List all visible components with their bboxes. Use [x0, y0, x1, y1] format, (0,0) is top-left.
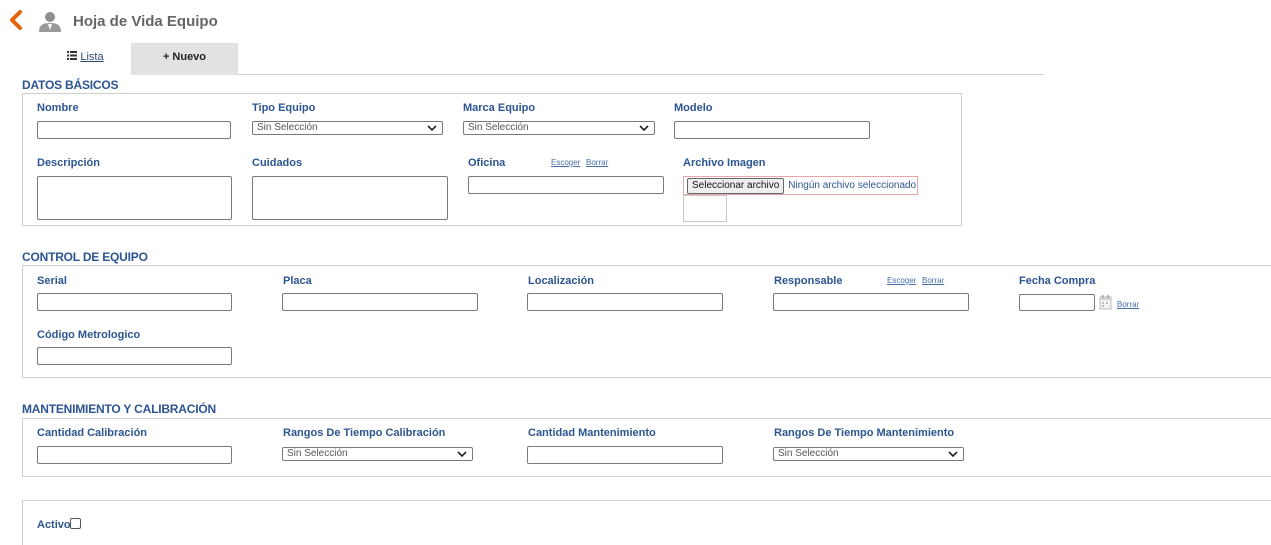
tab-lista[interactable]: Lista — [40, 43, 131, 75]
modelo-input[interactable] — [674, 121, 870, 139]
oficina-escoger-link[interactable]: Escoger — [551, 158, 580, 167]
activo-label: Activo — [37, 519, 71, 531]
archivo-imagen-file-input[interactable]: Seleccionar archivo Ningún archivo selec… — [683, 176, 918, 195]
activo-checkbox[interactable] — [70, 518, 81, 529]
image-preview — [683, 195, 727, 222]
descripcion-label: Descripción — [37, 157, 100, 169]
page-title: Hoja de Vida Equipo — [73, 13, 218, 30]
tipo-equipo-label: Tipo Equipo — [252, 102, 316, 114]
rangos-mantenimiento-value: Sin Selección — [778, 448, 839, 459]
tabs-divider — [238, 74, 1044, 75]
fecha-compra-label: Fecha Compra — [1019, 275, 1096, 287]
localizacion-input[interactable] — [527, 293, 723, 311]
responsable-borrar-link[interactable]: Borrar — [922, 276, 944, 285]
nombre-label: Nombre — [37, 102, 79, 114]
tab-lista-label[interactable]: Lista — [80, 51, 103, 75]
tab-nuevo[interactable]: + Nuevo — [131, 43, 238, 75]
marca-equipo-value: Sin Selección — [468, 122, 529, 133]
section-title-mantenimiento: MANTENIMIENTO Y CALIBRACIÓN — [22, 402, 216, 416]
calendar-icon[interactable] — [1099, 294, 1112, 310]
localizacion-label: Localización — [528, 275, 595, 287]
rangos-mantenimiento-select[interactable]: Sin Selección — [773, 447, 964, 461]
back-icon[interactable] — [8, 10, 24, 30]
responsable-label: Responsable — [774, 275, 843, 287]
chevron-down-icon — [947, 449, 959, 459]
file-status: Ningún archivo seleccionado — [788, 180, 917, 191]
cantidad-calibracion-label: Cantidad Calibración — [37, 427, 148, 439]
oficina-borrar-link[interactable]: Borrar — [586, 158, 608, 167]
user-icon — [37, 11, 63, 33]
plus-icon: + — [162, 51, 170, 63]
list-icon — [67, 51, 78, 75]
chevron-down-icon — [426, 123, 438, 133]
archivo-imagen-label: Archivo Imagen — [683, 157, 766, 169]
rangos-calibracion-select[interactable]: Sin Selección — [282, 447, 473, 461]
chevron-down-icon — [638, 123, 650, 133]
cuidados-label: Cuidados — [252, 157, 303, 169]
serial-input[interactable] — [37, 293, 232, 311]
tipo-equipo-value: Sin Selección — [257, 122, 318, 133]
marca-equipo-label: Marca Equipo — [463, 102, 536, 114]
modelo-label: Modelo — [674, 102, 713, 114]
responsable-escoger-link[interactable]: Escoger — [887, 276, 916, 285]
placa-label: Placa — [283, 275, 312, 287]
fecha-compra-borrar-link[interactable]: Borrar — [1117, 300, 1139, 309]
descripcion-textarea[interactable] — [37, 176, 232, 220]
responsable-input[interactable] — [773, 293, 969, 311]
rangos-calibracion-label: Rangos De Tiempo Calibración — [283, 427, 446, 439]
tab-nuevo-label[interactable]: Nuevo — [172, 51, 206, 75]
nombre-input[interactable] — [37, 121, 231, 139]
oficina-input[interactable] — [468, 176, 664, 194]
cantidad-mantenimiento-input[interactable] — [527, 446, 723, 464]
placa-input[interactable] — [282, 293, 478, 311]
codigo-metrologico-label: Código Metrologico — [37, 329, 141, 341]
serial-label: Serial — [37, 275, 67, 287]
select-file-button[interactable]: Seleccionar archivo — [687, 177, 785, 194]
rangos-mantenimiento-label: Rangos De Tiempo Mantenimiento — [774, 427, 955, 439]
codigo-metrologico-input[interactable] — [37, 347, 232, 365]
tipo-equipo-select[interactable]: Sin Selección — [252, 121, 443, 135]
section-title-control-equipo: CONTROL DE EQUIPO — [22, 250, 148, 264]
cuidados-textarea[interactable] — [252, 176, 448, 220]
cantidad-mantenimiento-label: Cantidad Mantenimiento — [528, 427, 656, 439]
fecha-compra-input[interactable] — [1019, 294, 1095, 311]
oficina-label: Oficina — [468, 157, 506, 169]
section-title-datos-basicos: DATOS BÁSICOS — [22, 78, 119, 92]
estado-panel — [22, 500, 1271, 545]
marca-equipo-select[interactable]: Sin Selección — [463, 121, 655, 135]
rangos-calibracion-value: Sin Selección — [287, 448, 348, 459]
cantidad-calibracion-input[interactable] — [37, 446, 232, 464]
chevron-down-icon — [456, 449, 468, 459]
